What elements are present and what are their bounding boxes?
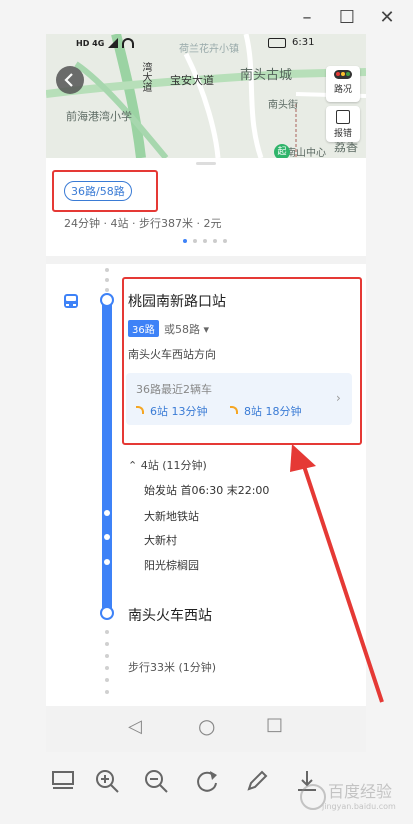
chevron-left-icon [64,73,73,87]
close-button[interactable]: ✕ [375,6,399,30]
edit-icon[interactable] [244,768,270,794]
map-label: 南头古城 [240,68,293,83]
rotate-icon[interactable] [194,768,220,794]
annotation-box-route [52,170,158,212]
walk-dot [105,278,109,282]
map-label: 宝安大道 [170,74,214,87]
walk-dot [105,630,109,634]
walk-dot [105,690,109,694]
nav-back-icon[interactable]: ◁ [128,716,142,737]
status-bar: HD 4G 6:31 [46,34,366,56]
nav-recent-icon[interactable]: □ [266,714,283,735]
traffic-button[interactable]: 路况 [326,66,360,102]
map-label: 南头街 [268,100,298,111]
page-dot[interactable] [203,239,207,243]
board-stop-marker [100,293,114,307]
report-error-button[interactable]: 报错 [326,106,360,142]
walk-dot [105,288,109,292]
walk-dot [105,642,109,646]
stops-toggle[interactable]: ⌃ 4站 (11分钟) [128,457,207,473]
walk-dot [105,268,109,272]
android-nav-bar: ◁ ○ □ [46,706,366,752]
stop-name: 大新地铁站 [144,510,199,523]
stop-name: 阳光棕榈园 [144,559,199,572]
maximize-button[interactable]: ☐ [335,6,359,30]
stop-dot [104,510,110,516]
watermark-text: 百度经验 [328,782,393,801]
annotation-box-station [122,277,362,445]
traffic-label: 路况 [333,85,352,95]
start-marker: 起 [274,144,290,158]
traffic-light-icon [334,70,352,79]
map-road-label: 湾大道 [140,62,151,92]
alight-stop-marker [100,606,114,620]
report-label: 报错 [333,129,352,139]
walk-dot [105,678,109,682]
map-label: 前海港湾小学 [66,110,132,123]
back-button[interactable] [56,66,84,94]
walk-info: 步行33米 (1分钟) [128,661,217,674]
bus-icon [64,294,78,308]
stop-dot [104,534,110,540]
first-stop-info: 始发站 首06:30 末22:00 [144,484,270,497]
route-timeline [102,298,112,618]
page-dot[interactable] [223,239,227,243]
annotation-arrow [290,444,384,703]
zoom-in-icon[interactable] [94,768,120,794]
walk-dot [105,666,109,670]
wifi-icon [122,38,134,48]
stop-name: 大新村 [144,534,177,547]
watermark-url: jingyan.baidu.com [322,802,396,811]
page-dot[interactable] [213,239,217,243]
map-label: 南山中心 [286,148,326,158]
signal-icon [108,38,118,48]
page-dot[interactable] [193,239,197,243]
walk-dot [105,654,109,658]
clock: 6:31 [292,37,315,48]
edit-icon [336,110,350,124]
zoom-out-icon[interactable] [143,768,169,794]
alight-station: 南头火车西站 [128,608,212,624]
battery-icon [268,38,286,48]
page-dot-active[interactable] [183,239,187,243]
stop-dot [104,559,110,565]
drag-handle[interactable] [196,162,216,165]
minimize-button[interactable]: – [295,6,319,30]
watermark: 百度经验 jingyan.baidu.com [298,778,396,818]
route-summary-text: 24分钟 · 4站 · 步行387米 · 2元 [64,217,222,230]
layout-icon[interactable] [50,768,76,794]
network-indicator: HD 4G [76,39,105,48]
nav-home-icon[interactable]: ○ [198,714,215,738]
